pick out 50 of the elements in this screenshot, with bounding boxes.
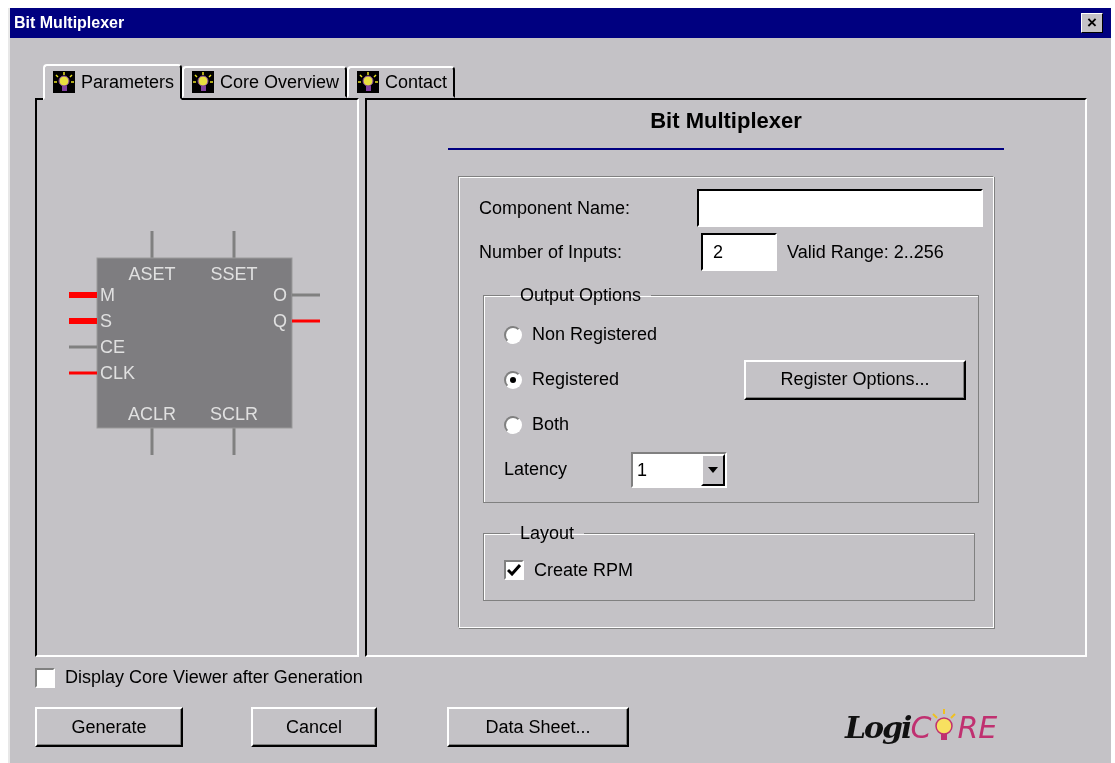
radio-option[interactable]: Non Registered xyxy=(504,324,744,345)
pin-label: SCLR xyxy=(210,403,258,424)
component-name-field[interactable] xyxy=(696,189,983,227)
tab[interactable]: Parameters xyxy=(43,64,183,100)
pin-line xyxy=(150,427,154,455)
tab[interactable]: Core Overview xyxy=(182,66,348,98)
radio-option[interactable]: Both xyxy=(504,414,744,435)
latency-dropdown[interactable]: 1 xyxy=(631,451,728,488)
field-label: Component Name: xyxy=(479,197,632,219)
pin-label: S xyxy=(100,310,112,331)
lightbulb-icon xyxy=(192,71,215,93)
pin-label: O xyxy=(273,284,287,305)
caret-icon xyxy=(708,466,719,473)
dialog-button[interactable]: Generate xyxy=(35,707,183,747)
pin-line xyxy=(232,230,236,258)
dropdown-button[interactable] xyxy=(701,453,726,486)
pin-line xyxy=(232,427,236,455)
checkmark-icon xyxy=(507,564,521,576)
inputs-field[interactable]: 2 xyxy=(701,233,777,271)
pin-label: SSET xyxy=(210,263,258,284)
dialog-button[interactable]: Data Sheet... xyxy=(447,707,629,747)
window-title: Bit Multiplexer xyxy=(14,14,125,32)
checkbox[interactable] xyxy=(504,560,524,580)
checkbox[interactable] xyxy=(35,667,55,688)
panel-heading: Bit Multiplexer xyxy=(448,108,1004,150)
pin-line xyxy=(150,230,154,258)
group-title: Layout xyxy=(519,523,576,544)
register-options-button[interactable]: Register Options... xyxy=(744,359,966,400)
tab[interactable]: Contact xyxy=(347,66,456,98)
range-hint: Valid Range: 2..256 xyxy=(787,241,944,263)
checkbox-option[interactable]: Create RPM xyxy=(504,559,744,581)
pin-label: Q xyxy=(273,310,287,331)
pin-label: CLK xyxy=(100,362,135,383)
lightbulb-icon xyxy=(357,71,380,93)
checkbox-option[interactable]: Display Core Viewer after Generation xyxy=(35,667,1087,688)
dialog-button[interactable]: Cancel xyxy=(251,707,377,747)
logicore-logo: LogiC RE xyxy=(845,709,998,745)
pin-label: ASET xyxy=(128,263,176,284)
field-label: Number of Inputs: xyxy=(479,241,624,263)
pin-label: CE xyxy=(100,336,125,357)
radio-button[interactable] xyxy=(504,325,522,344)
pin-label: M xyxy=(100,284,115,305)
radio-option[interactable]: Registered xyxy=(504,369,744,390)
group-title: Output Options xyxy=(519,285,643,306)
pin-label: ACLR xyxy=(128,403,176,424)
radio-button[interactable] xyxy=(504,370,522,389)
lightbulb-icon xyxy=(53,71,75,93)
close-button[interactable]: × xyxy=(1081,13,1103,33)
radio-button[interactable] xyxy=(504,415,522,434)
latency-label: Latency xyxy=(504,459,568,480)
